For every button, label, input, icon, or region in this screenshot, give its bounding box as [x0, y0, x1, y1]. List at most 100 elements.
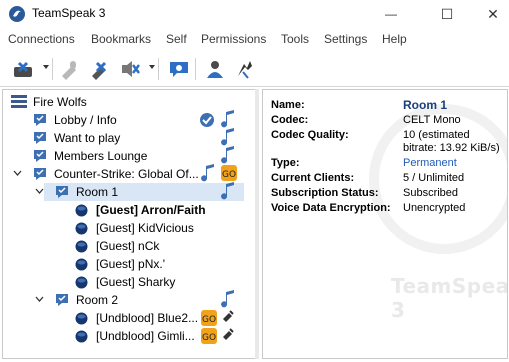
channel-row[interactable]: Want to play: [33, 129, 120, 147]
chat-icon[interactable]: [166, 56, 192, 82]
maximize-button[interactable]: ☐: [424, 0, 470, 28]
server-icon: [11, 95, 27, 108]
info-value: CELT Mono: [403, 114, 461, 126]
channel-label: Room 1: [76, 185, 119, 199]
client-row[interactable]: [Guest] Sharky: [75, 273, 175, 291]
csgo-game-icon: GO: [201, 310, 217, 326]
info-value: Subscribed: [403, 187, 459, 199]
client-row[interactable]: [Guest] KidVicious: [75, 219, 194, 237]
channel-label: Room 2: [76, 293, 119, 307]
channel-info-panel: TeamSpeak 3 Name: Room 1 Codec: CELT Mon…: [262, 89, 508, 359]
client-status-icon: [75, 204, 88, 216]
info-value: 5 / Unlimited: [403, 172, 465, 184]
channel-row-room2[interactable]: Room 2: [55, 291, 118, 309]
music-note-icon: [221, 146, 234, 164]
client-name: [Undblood] Gimli...: [96, 329, 195, 343]
info-value: Permanent: [403, 157, 457, 169]
channel-tree: Fire Wolfs Lobby / Info Want to play Mem…: [2, 89, 258, 359]
tree-scrollbar[interactable]: [255, 89, 259, 359]
client-name: [Guest] KidVicious: [96, 221, 194, 235]
client-row[interactable]: [Guest] nCk: [75, 237, 159, 255]
client-status-icon: [75, 330, 88, 342]
channel-row[interactable]: Members Lounge: [33, 147, 147, 165]
toolbar: [0, 52, 509, 87]
whisper-icon[interactable]: [232, 56, 258, 82]
chevron-down-icon[interactable]: [35, 187, 44, 196]
info-key: Codec:: [271, 114, 309, 126]
client-status-icon: [75, 276, 88, 288]
client-name: [Guest] pNx.': [96, 257, 165, 271]
music-note-icon: [221, 128, 234, 146]
client-status-icon: [75, 312, 88, 324]
client-status-icon: [75, 258, 88, 270]
menu-bookmarks[interactable]: Bookmarks: [91, 32, 151, 46]
client-status-icon: [75, 240, 88, 252]
server-row[interactable]: Fire Wolfs: [11, 93, 87, 111]
menu-help[interactable]: Help: [382, 32, 407, 46]
info-value: Room 1: [403, 98, 448, 112]
mute-speaker-icon[interactable]: [86, 56, 112, 82]
server-name: Fire Wolfs: [33, 95, 87, 109]
svg-text:GO: GO: [202, 315, 216, 325]
info-key: Current Clients:: [271, 172, 355, 184]
music-note-icon: [221, 110, 234, 128]
channel-label: Want to play: [54, 131, 121, 145]
check-badge-icon: [200, 113, 214, 127]
info-value: 10 (estimated: [403, 129, 470, 141]
menu-settings[interactable]: Settings: [324, 32, 367, 46]
contacts-icon[interactable]: [202, 56, 228, 82]
watermark-text: TeamSpeak 3: [391, 274, 507, 322]
music-note-icon: [221, 290, 234, 308]
menu-self[interactable]: Self: [166, 32, 187, 46]
csgo-game-icon: GO: [201, 328, 217, 344]
info-key: Codec Quality:: [271, 129, 349, 141]
svg-text:GO: GO: [222, 170, 236, 180]
disconnect-dropdown-icon[interactable]: [43, 65, 49, 69]
channel-icon: [34, 132, 46, 144]
toolbar-divider: [195, 58, 196, 80]
channel-icon: [34, 114, 46, 126]
menu-tools[interactable]: Tools: [281, 32, 309, 46]
client-row[interactable]: [Guest] Arron/Faith: [75, 201, 206, 219]
minimize-button[interactable]: —: [368, 0, 414, 28]
mute-mic-icon[interactable]: [56, 56, 82, 82]
disconnect-icon[interactable]: [10, 56, 36, 82]
client-row[interactable]: [Guest] pNx.': [75, 255, 165, 273]
menu-connections[interactable]: Connections: [8, 32, 75, 46]
chevron-down-icon[interactable]: [13, 169, 22, 178]
info-key: Type:: [271, 157, 300, 169]
channel-row-room1[interactable]: Room 1: [55, 183, 118, 201]
close-button[interactable]: ✕: [470, 0, 509, 28]
channel-icon: [34, 168, 46, 180]
window-title: TeamSpeak 3: [32, 6, 106, 20]
info-value: bitrate: 13.92 KiB/s): [403, 142, 500, 154]
info-value: Unencrypted: [403, 202, 466, 214]
csgo-game-icon: GO: [221, 165, 237, 181]
info-key: Subscription Status:: [271, 187, 379, 199]
music-note-icon: [201, 164, 214, 182]
toolbar-divider: [52, 58, 53, 80]
client-row[interactable]: [Undblood] Gimli...: [75, 327, 195, 345]
client-name: [Guest] Sharky: [96, 275, 176, 289]
info-key: Name:: [271, 99, 305, 111]
toolbar-divider: [158, 58, 159, 80]
client-name: [Guest] nCk: [96, 239, 160, 253]
speaker-icon: [223, 328, 234, 340]
client-row[interactable]: [Undblood] Blue2...: [75, 309, 198, 327]
channel-row[interactable]: Lobby / Info: [33, 111, 117, 129]
client-name: [Undblood] Blue2...: [96, 311, 199, 325]
channel-icon: [56, 186, 68, 198]
menu-bar: Connections Bookmarks Self Permissions T…: [0, 30, 509, 50]
client-status-icon: [75, 222, 88, 234]
music-note-icon: [221, 182, 234, 200]
channel-label: Counter-Strike: Global Of...: [54, 167, 199, 181]
channel-label: Lobby / Info: [54, 113, 117, 127]
channel-row[interactable]: Counter-Strike: Global Of...: [33, 165, 199, 183]
svg-text:GO: GO: [202, 333, 216, 343]
channel-label: Members Lounge: [54, 149, 148, 163]
away-dropdown-icon[interactable]: [149, 65, 155, 69]
teamspeak-logo-icon: [9, 6, 25, 22]
chevron-down-icon[interactable]: [35, 295, 44, 304]
menu-permissions[interactable]: Permissions: [201, 32, 266, 46]
away-icon[interactable]: [117, 56, 143, 82]
